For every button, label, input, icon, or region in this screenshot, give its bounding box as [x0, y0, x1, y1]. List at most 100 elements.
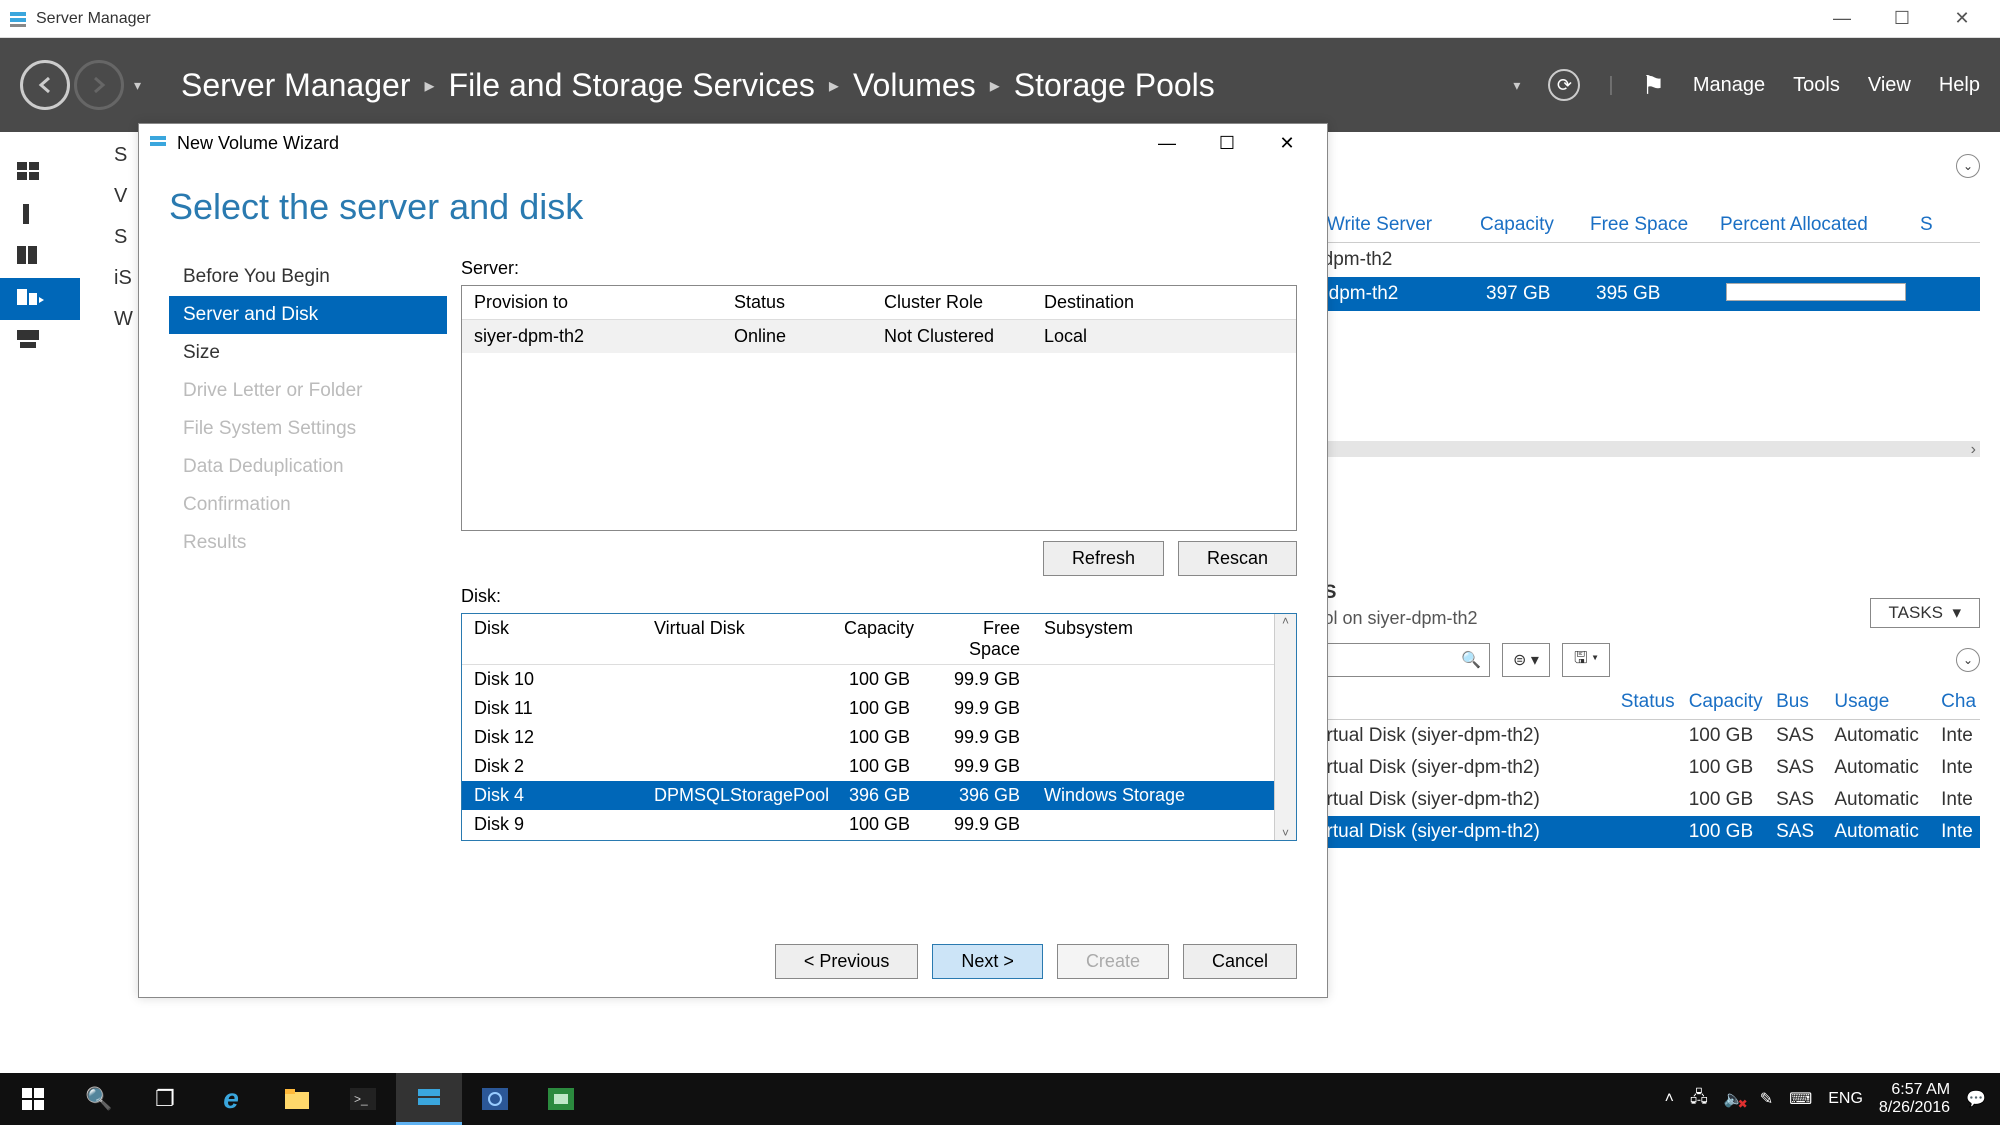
col-header[interactable]: Status	[1621, 691, 1689, 713]
task-view-button[interactable]: ❐	[132, 1073, 198, 1125]
col-header[interactable]: Capacity	[832, 614, 922, 664]
horizontal-scrollbar[interactable]: ›	[1310, 441, 1980, 457]
next-button[interactable]: Next >	[932, 944, 1043, 979]
breadcrumb-item[interactable]: File and Storage Services	[449, 67, 815, 104]
sidebar-item-local-server[interactable]	[0, 194, 80, 236]
col-header[interactable]: Capacity	[1689, 691, 1776, 713]
col-header[interactable]: Free Space	[922, 614, 1032, 664]
wizard-maximize-button[interactable]: ☐	[1197, 124, 1257, 162]
server-label: Server:	[461, 258, 1297, 279]
action-center-icon[interactable]: 💬	[1966, 1089, 1986, 1109]
refresh-button[interactable]: Refresh	[1043, 541, 1164, 576]
create-button[interactable]: Create	[1057, 944, 1169, 979]
search-input[interactable]: 🔍	[1310, 643, 1490, 677]
header-dropdown-icon[interactable]: ▾	[1513, 77, 1520, 94]
wizard-step[interactable]: Size	[169, 334, 447, 372]
wizard-step: Drive Letter or Folder	[169, 372, 447, 410]
col-header[interactable]: Virtual Disk	[642, 614, 832, 664]
wizard-minimize-button[interactable]: —	[1137, 124, 1197, 162]
col-header[interactable]: Cha	[1941, 691, 1980, 713]
col-header[interactable]: Cluster Role	[872, 286, 1032, 319]
storage-pool-row[interactable]: r-dpm-th2 397 GB 395 GB	[1310, 277, 1980, 311]
col-header[interactable]: Provision to	[462, 286, 722, 319]
refresh-icon[interactable]: ⟳	[1548, 69, 1580, 101]
search-icon: 🔍	[1461, 650, 1481, 670]
col-header[interactable]: Destination	[1032, 286, 1192, 319]
forward-button[interactable]	[74, 60, 124, 110]
virtual-disk-row[interactable]: Virtual Disk (siyer-dpm-th2)100 GBSASAut…	[1310, 816, 1980, 848]
wizard-title: New Volume Wizard	[177, 133, 1137, 154]
breadcrumb-item[interactable]: Storage Pools	[1014, 67, 1215, 104]
sidebar-item-all-servers[interactable]	[0, 236, 80, 278]
tasks-dropdown[interactable]: TASKS ▾	[1870, 598, 1980, 628]
wizard-close-button[interactable]: ✕	[1257, 124, 1317, 162]
disk-table-scrollbar[interactable]: ˄˅	[1274, 614, 1296, 840]
app-icon	[8, 9, 28, 29]
collapse-icon[interactable]: ⌄	[1956, 648, 1980, 672]
wizard-step[interactable]: Before You Begin	[169, 258, 447, 296]
menu-tools[interactable]: Tools	[1793, 74, 1840, 97]
collapse-icon[interactable]: ⌄	[1956, 154, 1980, 178]
breadcrumb-item[interactable]: Server Manager	[181, 67, 410, 104]
disk-row[interactable]: Disk 10100 GB99.9 GB	[462, 665, 1274, 694]
virtual-disk-row[interactable]: Virtual Disk (siyer-dpm-th2)100 GBSASAut…	[1310, 752, 1980, 784]
disk-row[interactable]: Disk 11100 GB99.9 GB	[462, 694, 1274, 723]
keyboard-icon[interactable]: ⌨	[1789, 1089, 1812, 1109]
nav-history-dropdown[interactable]: ▾	[134, 77, 141, 94]
back-button[interactable]	[20, 60, 70, 110]
tray-overflow-icon[interactable]: ˄	[1665, 1090, 1674, 1108]
bg-label: S	[114, 144, 133, 167]
disk-row[interactable]: Disk 12100 GB99.9 GB	[462, 723, 1274, 752]
rescan-button[interactable]: Rescan	[1178, 541, 1297, 576]
menu-manage[interactable]: Manage	[1693, 74, 1765, 97]
col-header[interactable]: Usage	[1834, 691, 1941, 713]
wizard-step[interactable]: Server and Disk	[169, 296, 447, 334]
pen-input-icon[interactable]: ✎	[1760, 1089, 1773, 1109]
start-button[interactable]	[0, 1073, 66, 1125]
clock[interactable]: 6:57 AM 8/26/2016	[1879, 1081, 1950, 1116]
maximize-button[interactable]: ☐	[1872, 0, 1932, 38]
menu-help[interactable]: Help	[1939, 74, 1980, 97]
svg-text:>_: >_	[354, 1092, 368, 1106]
menu-view[interactable]: View	[1868, 74, 1911, 97]
col-header[interactable]: Bus	[1776, 691, 1834, 713]
taskbar-ie-icon[interactable]: e	[198, 1073, 264, 1125]
previous-button[interactable]: < Previous	[775, 944, 919, 979]
col-header[interactable]: Status	[722, 286, 872, 319]
taskbar-server-manager-icon[interactable]	[396, 1073, 462, 1125]
group-dropdown[interactable]: 🖫 ▾	[1562, 643, 1610, 677]
search-button[interactable]: 🔍	[66, 1073, 132, 1125]
left-sidebar	[0, 132, 80, 1073]
filter-dropdown[interactable]: ⊜ ▾	[1502, 643, 1550, 677]
col-header[interactable]: Free Space	[1590, 214, 1700, 236]
taskbar-app-icon[interactable]	[462, 1073, 528, 1125]
sidebar-item-file-storage[interactable]	[0, 278, 80, 320]
volume-icon[interactable]: 🔈✖	[1724, 1089, 1744, 1109]
disk-row[interactable]: Disk 9100 GB99.9 GB	[462, 810, 1274, 839]
virtual-disk-row[interactable]: Virtual Disk (siyer-dpm-th2)100 GBSASAut…	[1310, 784, 1980, 816]
col-header[interactable]: S	[1920, 214, 1933, 236]
server-row[interactable]: siyer-dpm-th2 Online Not Clustered Local	[462, 320, 1296, 353]
network-icon[interactable]: 🖧	[1690, 1086, 1708, 1113]
cancel-button[interactable]: Cancel	[1183, 944, 1297, 979]
taskbar-cmd-icon[interactable]: >_	[330, 1073, 396, 1125]
taskbar-app-icon[interactable]	[528, 1073, 594, 1125]
sidebar-item-dashboard[interactable]	[0, 152, 80, 194]
virtual-disk-row[interactable]: Virtual Disk (siyer-dpm-th2)100 GBSASAut…	[1310, 720, 1980, 752]
minimize-button[interactable]: —	[1812, 0, 1872, 38]
sidebar-item-other[interactable]	[0, 320, 80, 362]
col-header[interactable]: Capacity	[1480, 214, 1570, 236]
col-header[interactable]: e	[1310, 691, 1621, 713]
bg-label: W	[114, 308, 133, 331]
disk-row[interactable]: Disk 4DPMSQLStoragePool396 GB396 GBWindo…	[462, 781, 1274, 810]
col-header[interactable]: Disk	[462, 614, 642, 664]
disk-row[interactable]: Disk 2100 GB99.9 GB	[462, 752, 1274, 781]
col-header[interactable]: Subsystem	[1032, 614, 1212, 664]
taskbar-explorer-icon[interactable]	[264, 1073, 330, 1125]
notifications-flag-icon[interactable]: ⚑	[1642, 70, 1665, 101]
language-indicator[interactable]: ENG	[1828, 1090, 1863, 1108]
col-header[interactable]: Percent Allocated	[1720, 214, 1900, 236]
close-button[interactable]: ✕	[1932, 0, 1992, 38]
breadcrumb-item[interactable]: Volumes	[853, 67, 976, 104]
col-header[interactable]: d-Write Server	[1310, 214, 1460, 236]
